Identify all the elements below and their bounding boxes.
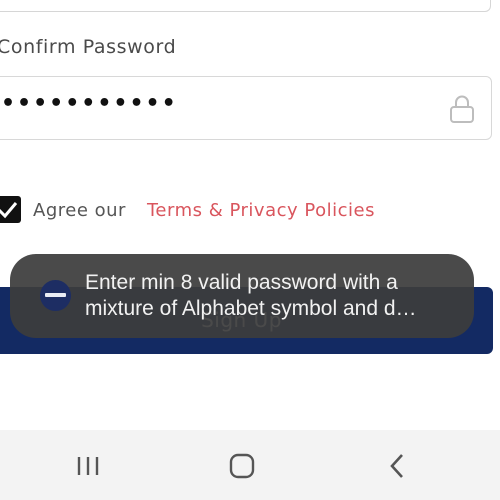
agree-checkbox[interactable] — [0, 196, 21, 223]
lock-icon — [449, 94, 475, 124]
back-icon[interactable] — [382, 450, 414, 482]
agree-terms-row: Agree our Terms & Privacy Policies — [0, 196, 500, 224]
system-navigation-bar — [0, 430, 500, 500]
recent-apps-icon[interactable] — [72, 450, 104, 482]
terms-privacy-link[interactable]: Terms & Privacy Policies — [147, 200, 375, 221]
checkmark-icon — [0, 202, 18, 219]
confirm-password-field[interactable]: ••••••••••• — [0, 76, 492, 140]
agree-text: Agree our — [33, 200, 126, 221]
confirm-password-label: Confirm Password — [0, 36, 177, 58]
confirm-password-value: ••••••••••• — [1, 91, 178, 116]
previous-input-field[interactable] — [0, 0, 491, 12]
home-icon[interactable] — [226, 450, 258, 482]
toast-notification: Enter min 8 valid password with a mixtur… — [10, 254, 474, 338]
app-logo-icon — [40, 280, 71, 311]
toast-message: Enter min 8 valid password with a mixtur… — [85, 271, 417, 320]
